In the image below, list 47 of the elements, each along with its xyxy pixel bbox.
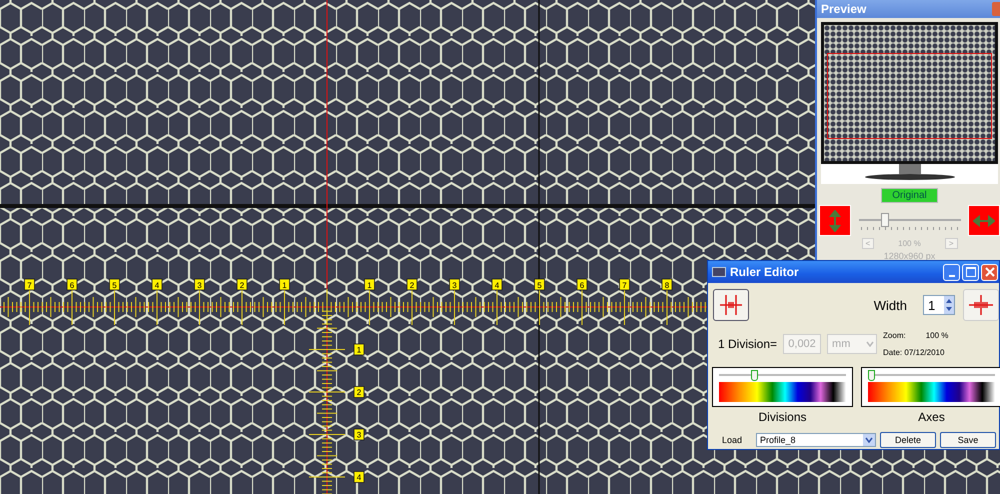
zoom-value: 100 % (926, 331, 948, 340)
ruler-label: 4 (152, 278, 162, 290)
ruler-label: 8 (662, 278, 672, 290)
ruler-label: 7 (619, 278, 630, 290)
save-button[interactable]: Save (940, 432, 996, 448)
ruler-cross-button[interactable] (713, 289, 749, 321)
axes-label: Axes (918, 410, 945, 424)
ruler-label: 3 (354, 428, 364, 440)
ruler-label: 1 (354, 344, 364, 356)
ruler-label: 6 (576, 278, 588, 290)
caret-icon[interactable] (863, 434, 875, 446)
minimize-icon[interactable] (943, 264, 960, 280)
zoom-slider[interactable] (858, 210, 960, 230)
ruler-label: 5 (109, 278, 120, 290)
ruler-label: 7 (24, 278, 35, 290)
ruler-label: 3 (449, 278, 460, 290)
delete-button[interactable]: Delete (880, 432, 936, 448)
window-title: Ruler Editor (730, 265, 800, 279)
spin-arrows-icon[interactable] (944, 296, 954, 314)
color-slider[interactable] (868, 370, 995, 382)
original-button[interactable]: Original (881, 188, 938, 203)
ruler-label: 1 (279, 278, 290, 290)
maximize-icon[interactable] (962, 264, 979, 280)
width-spinner[interactable]: 1 (923, 295, 955, 315)
next-button[interactable]: > (944, 238, 958, 249)
profile-dropdown[interactable]: Profile_8 (756, 433, 876, 447)
zoom-value: 100 % (898, 239, 921, 248)
date-text: Date: 07/12/2010 (883, 348, 946, 357)
color-slider[interactable] (719, 370, 846, 382)
ruler-label: 2 (236, 278, 248, 290)
ruler-label: 3 (194, 278, 205, 290)
ruler-label: 2 (354, 386, 364, 398)
resolution-text: 1280x960 px (884, 251, 936, 261)
ruler-label: 4 (492, 278, 502, 290)
ruler-label: 5 (534, 278, 545, 290)
division-label: 1 Division= (718, 337, 778, 351)
window-title: Preview (821, 2, 866, 16)
load-label: Load (720, 435, 744, 445)
ruler-label: 2 (406, 278, 418, 290)
zoom-label: Zoom: (883, 331, 906, 340)
ruler-label: 1 (364, 278, 375, 290)
divisions-label: Divisions (758, 410, 806, 424)
ruler-label: 4 (354, 471, 364, 483)
vertical-arrows-icon[interactable] (819, 205, 851, 236)
ruler-label: 6 (66, 278, 78, 290)
horizontal-arrows-icon[interactable] (968, 205, 1000, 236)
width-label: Width (874, 298, 907, 312)
